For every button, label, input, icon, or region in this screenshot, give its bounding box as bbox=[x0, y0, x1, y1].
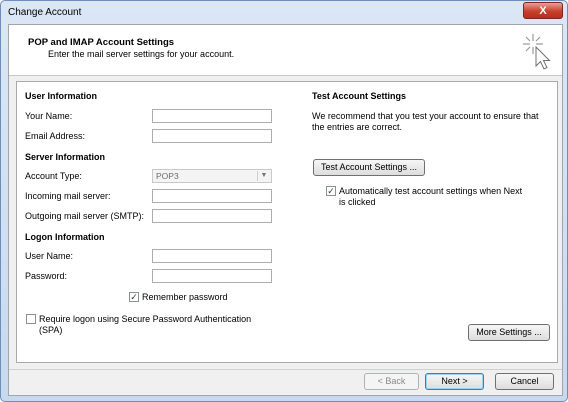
header-title: POP and IMAP Account Settings bbox=[28, 37, 175, 48]
incoming-server-input[interactable] bbox=[152, 189, 272, 203]
spa-checkbox[interactable] bbox=[26, 314, 36, 324]
change-account-window: Change Account X POP and IMAP Account Se… bbox=[0, 0, 568, 402]
more-settings-button[interactable]: More Settings ... bbox=[468, 324, 550, 341]
auto-test-label-line2: is clicked bbox=[339, 197, 376, 207]
outgoing-server-label: Outgoing mail server (SMTP): bbox=[25, 211, 145, 221]
spa-label-line1: Require logon using Secure Password Auth… bbox=[39, 314, 252, 324]
title-bar: Change Account X bbox=[1, 1, 567, 23]
server-info-heading: Server Information bbox=[25, 152, 106, 162]
cancel-button[interactable]: Cancel bbox=[495, 373, 554, 390]
test-settings-heading: Test Account Settings bbox=[312, 91, 407, 101]
auto-test-checkbox[interactable]: ✓ bbox=[326, 186, 336, 196]
auto-test-label-line1: Automatically test account settings when… bbox=[339, 186, 523, 196]
your-name-label: Your Name: bbox=[25, 111, 73, 121]
back-button: < Back bbox=[364, 373, 419, 390]
account-type-dropdown: POP3 ▼ bbox=[152, 169, 272, 183]
account-type-value: POP3 bbox=[156, 171, 179, 181]
email-address-input[interactable] bbox=[152, 129, 272, 143]
dialog-header: POP and IMAP Account Settings Enter the … bbox=[9, 25, 562, 76]
test-description-line1: We recommend that you test your account … bbox=[312, 111, 539, 121]
window-title: Change Account bbox=[8, 7, 82, 18]
user-name-label: User Name: bbox=[25, 251, 74, 261]
your-name-input[interactable] bbox=[152, 109, 272, 123]
account-type-label: Account Type: bbox=[25, 171, 82, 181]
header-subtitle: Enter the mail server settings for your … bbox=[48, 49, 235, 59]
test-description-line2: the entries are correct. bbox=[312, 122, 403, 132]
remember-password-label: Remember password bbox=[142, 292, 228, 302]
cursor-sparkle-icon bbox=[523, 34, 551, 70]
incoming-server-label: Incoming mail server: bbox=[25, 191, 111, 201]
close-button[interactable]: X bbox=[523, 2, 563, 19]
footer-divider bbox=[9, 369, 562, 370]
test-account-settings-button[interactable]: Test Account Settings ... bbox=[313, 159, 425, 176]
email-address-label: Email Address: bbox=[25, 131, 86, 141]
spa-label-line2: (SPA) bbox=[39, 325, 63, 335]
logon-info-heading: Logon Information bbox=[25, 232, 105, 242]
password-label: Password: bbox=[25, 271, 68, 281]
chevron-down-icon: ▼ bbox=[257, 171, 270, 181]
remember-password-checkbox[interactable]: ✓ bbox=[129, 292, 139, 302]
user-info-heading: User Information bbox=[25, 91, 98, 101]
outgoing-server-input[interactable] bbox=[152, 209, 272, 223]
password-input[interactable] bbox=[152, 269, 272, 283]
settings-panel: User Information Your Name: Email Addres… bbox=[16, 81, 558, 363]
next-button[interactable]: Next > bbox=[425, 373, 484, 390]
user-name-input[interactable] bbox=[152, 249, 272, 263]
dialog-client-area: POP and IMAP Account Settings Enter the … bbox=[8, 24, 563, 396]
